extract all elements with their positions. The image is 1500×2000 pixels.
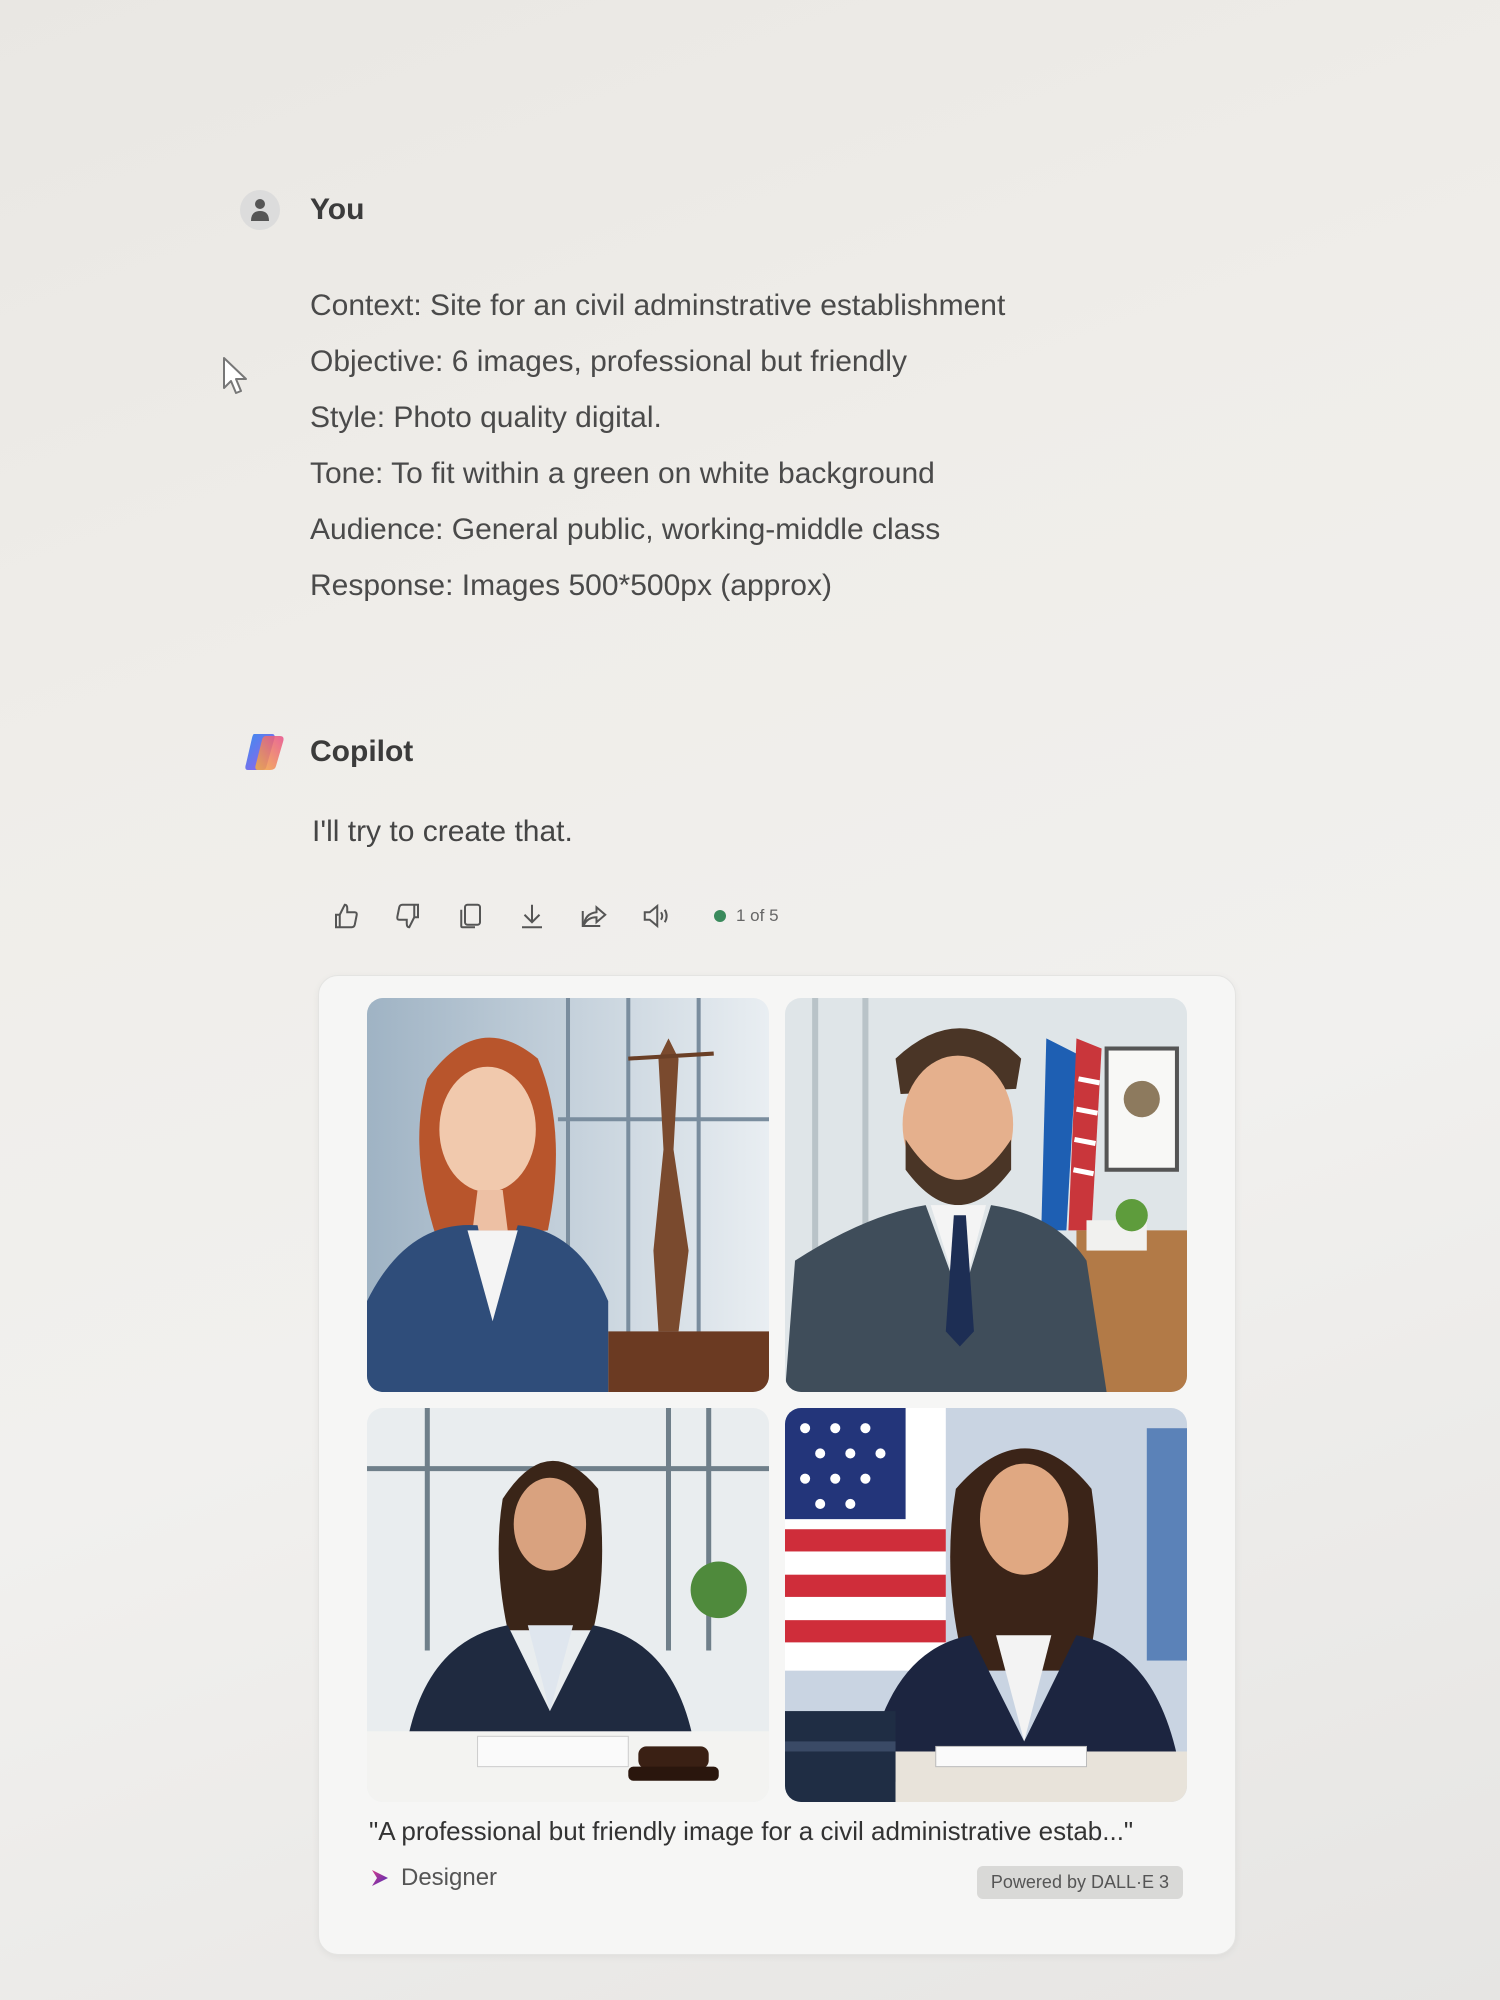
copilot-reply: I'll try to create that. xyxy=(312,815,573,848)
prompt-line: Audience: General public, working-middle… xyxy=(310,513,941,546)
copilot-name: Copilot xyxy=(310,735,414,768)
user-message-header: You xyxy=(240,190,364,230)
prompt-line: Style: Photo quality digital. xyxy=(310,401,662,434)
speaker-icon xyxy=(643,903,668,929)
designer-label: Designer xyxy=(401,1864,498,1891)
thumbs-up-icon xyxy=(335,903,358,929)
man-flags-office-image xyxy=(785,998,1187,1392)
user-name: You xyxy=(310,193,365,226)
woman-us-flag-desk-image xyxy=(785,1408,1187,1802)
prompt-line: Response: Images 500*500px (approx) xyxy=(310,569,832,602)
designer-logo-icon xyxy=(372,1870,388,1886)
prompt-line: Tone: To fit within a green on white bac… xyxy=(310,457,935,490)
message-actions: 1 of 5 xyxy=(326,896,779,936)
download-icon xyxy=(522,904,542,929)
prompt-line: Context: Site for an civil adminstrative… xyxy=(310,289,1006,322)
powered-by-badge: Powered by DALL·E 3 xyxy=(976,1866,1183,1899)
copilot-message-header: Copilot xyxy=(240,730,413,774)
thumbs-down-icon xyxy=(396,903,419,929)
image-caption: "A professional but friendly image for a… xyxy=(369,1816,1134,1846)
download-button[interactable] xyxy=(512,896,552,936)
user-avatar-icon xyxy=(240,190,280,230)
read-aloud-button[interactable] xyxy=(636,896,676,936)
designer-link[interactable]: Designer xyxy=(369,1864,497,1892)
woman-desk-gavel-image xyxy=(367,1408,769,1802)
copy-button[interactable] xyxy=(450,896,490,936)
generated-image[interactable] xyxy=(785,1408,1187,1802)
share-icon xyxy=(581,905,607,927)
copy-icon xyxy=(460,903,481,929)
image-result-card: "A professional but friendly image for a… xyxy=(318,975,1236,1955)
generated-image[interactable] xyxy=(367,1408,769,1802)
response-pager: 1 of 5 xyxy=(714,906,779,926)
copilot-logo-icon xyxy=(245,734,284,770)
chat-page: You Context: Site for an civil adminstra… xyxy=(0,0,1500,2000)
generated-image[interactable] xyxy=(785,998,1187,1392)
woman-justice-statue-image xyxy=(367,998,769,1392)
thumbs-up-button[interactable] xyxy=(326,896,366,936)
image-grid xyxy=(367,998,1187,1802)
mouse-cursor-icon xyxy=(223,357,247,394)
generated-image[interactable] xyxy=(367,998,769,1392)
thumbs-down-button[interactable] xyxy=(388,896,428,936)
status-dot xyxy=(714,910,726,922)
prompt-line: Objective: 6 images, professional but fr… xyxy=(310,345,907,378)
share-button[interactable] xyxy=(574,896,614,936)
pager-label: 1 of 5 xyxy=(736,906,779,925)
user-prompt: Context: Site for an civil adminstrative… xyxy=(310,278,1210,614)
